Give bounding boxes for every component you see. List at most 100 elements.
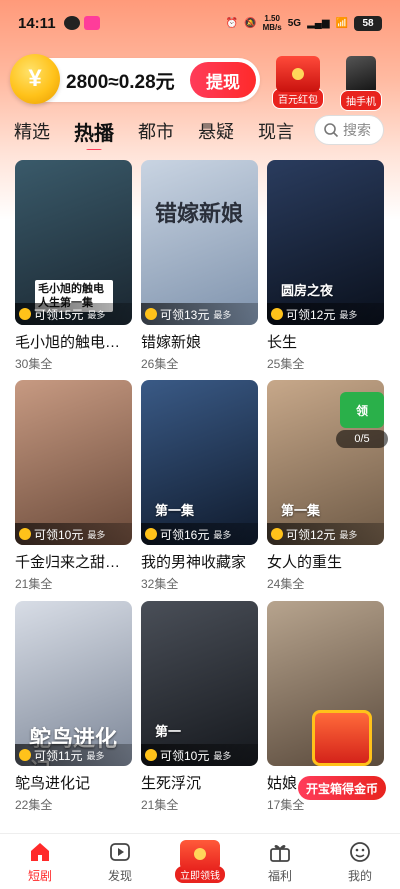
tab-3[interactable]: 悬疑 — [198, 118, 234, 144]
network-label: 5G — [287, 17, 302, 29]
reward-max-label: 最多 — [339, 529, 358, 540]
drama-card[interactable]: 可领10元 最多 千金归来之甜… 21集全 — [15, 380, 132, 592]
drama-poster: 圆房之夜可领12元 最多 — [267, 160, 384, 325]
drama-title: 错嫁新娘 — [141, 334, 202, 351]
poster-caption: 第一集 — [281, 503, 321, 518]
reward-max-label: 最多 — [213, 309, 232, 320]
search-input[interactable]: 搜索 — [314, 115, 384, 145]
coin-icon: ¥ — [10, 54, 60, 104]
drama-card[interactable]: 毛小旭的触电人生第一集可领15元最多毛小旭的触电… 30集全 — [15, 160, 132, 372]
search-icon — [324, 123, 339, 138]
nav-label: 短剧 — [27, 868, 52, 883]
tab-1[interactable]: 热播 — [74, 117, 114, 150]
drama-title: 鸵鸟进化记 — [15, 775, 91, 792]
red-packet-promo[interactable]: 百元红包 — [272, 56, 324, 109]
poster-caption: 错嫁新娘 — [155, 201, 244, 226]
phone-lottery-label: 抽手机 — [340, 90, 382, 111]
nav-item-1[interactable]: 发现 — [80, 834, 160, 889]
nav-item-3[interactable]: 福利 — [240, 834, 320, 889]
reward-text: 可领10元 — [34, 527, 84, 542]
net-speed: 1.50 MB/s — [263, 14, 282, 32]
drama-title: 毛小旭的触电… — [15, 334, 121, 351]
nav-label: 福利 — [267, 868, 292, 883]
battery-icon: 58 — [354, 15, 382, 31]
nav-label: 发现 — [107, 868, 132, 883]
reward-max-label: 最多 — [87, 529, 106, 540]
coin-icon — [271, 308, 283, 320]
drama-title: 长生 — [267, 334, 298, 351]
treasure-chest-widget[interactable]: 开宝箱得金币 — [298, 710, 386, 800]
status-app-icons — [63, 16, 100, 30]
profile-icon — [348, 840, 372, 864]
coin-icon — [19, 528, 31, 540]
episode-count: 24集全 — [267, 577, 305, 591]
task-progress-badge[interactable]: 领 0/5 — [336, 392, 388, 448]
episode-count: 25集全 — [267, 357, 305, 371]
drama-poster: 毛小旭的触电人生第一集可领15元最多 — [15, 160, 132, 325]
drama-poster: 第一集可领16元 最多 — [141, 380, 258, 545]
open-chest-button[interactable]: 开宝箱得金币 — [298, 776, 386, 800]
phone-lottery-promo[interactable]: 抽手机 — [340, 56, 382, 111]
status-time: 14:11 — [18, 14, 56, 32]
drama-card[interactable]: 第一集可领16元 最多我的男神收藏家 32集全 — [141, 380, 258, 592]
gift-icon — [268, 840, 292, 864]
reward-banner: 可领13元 最多 — [141, 303, 258, 325]
reward-max-label: 最多 — [213, 529, 232, 540]
reward-banner: 可领10元 最多 — [15, 523, 132, 545]
coin-icon — [271, 528, 283, 540]
reward-text: 可领10元 — [160, 748, 210, 763]
reward-banner: 可领16元 最多 — [141, 523, 258, 545]
coin-balance-bar[interactable]: ¥ 2800≈0.28元 提现 — [10, 54, 260, 104]
coin-icon — [19, 749, 31, 761]
nav-item-0[interactable]: 短剧 — [0, 834, 80, 889]
drama-card[interactable]: 第一 可领10元 最多 生死浮沉 21集全 — [141, 601, 258, 813]
nav-item-4[interactable]: 我的 — [320, 834, 400, 889]
reward-text: 可领13元 — [160, 307, 210, 322]
tab-4[interactable]: 现言 — [258, 118, 294, 144]
drama-poster: 可领10元 最多 — [15, 380, 132, 545]
status-bar: 14:11 ⏰ 🔕 1.50 MB/s 5G ▂▄▆ 📶 58 — [0, 0, 400, 46]
tab-0[interactable]: 精选 — [14, 118, 50, 144]
coin-icon — [145, 749, 157, 761]
app-notification-icon — [83, 16, 100, 30]
reward-max-label: 最多 — [87, 309, 106, 320]
discover-icon — [108, 840, 132, 864]
reward-text: 可领15元 — [34, 307, 84, 322]
nav-item-2[interactable]: 立即领钱 — [160, 834, 240, 889]
reward-banner: 可领12元 最多 — [267, 523, 384, 545]
reward-max-label: 最多 — [86, 750, 105, 761]
home-icon — [28, 840, 52, 864]
poster-caption: 圆房之夜 — [281, 283, 334, 298]
coin-icon — [19, 308, 31, 320]
drama-title: 生死浮沉 — [141, 775, 202, 792]
episode-count: 26集全 — [141, 357, 179, 371]
status-indicators: ⏰ 🔕 1.50 MB/s 5G ▂▄▆ 📶 58 — [226, 14, 382, 32]
reward-text: 可领12元 — [286, 307, 336, 322]
search-placeholder: 搜索 — [343, 122, 371, 138]
episode-count: 22集全 — [15, 798, 53, 812]
reward-banner: 可领15元 最多 — [15, 303, 132, 325]
reward-banner: 可领12元 最多 — [267, 303, 384, 325]
reward-text: 可领16元 — [160, 527, 210, 542]
withdraw-button[interactable]: 提现 — [190, 62, 256, 98]
red-packet-icon — [180, 840, 220, 870]
red-packet-icon — [276, 56, 320, 92]
tab-2[interactable]: 都市 — [138, 118, 174, 144]
drama-card[interactable]: 鸵鸟进化记可领11元最多鸵鸟进化记 22集全 — [15, 601, 132, 813]
wifi-icon: 📶 — [335, 17, 348, 29]
drama-card[interactable]: 圆房之夜可领12元 最多长生 25集全 — [267, 160, 384, 372]
poster-caption: 第一集 — [155, 503, 195, 518]
reward-banner: 可领11元 最多 — [15, 744, 132, 766]
drama-poster: 第一 可领10元 最多 — [141, 601, 258, 766]
drama-title: 女人的重生 — [267, 554, 343, 571]
signal-icon: ▂▄▆ — [307, 17, 330, 29]
reward-task-icon: 领 — [340, 392, 384, 428]
coin-icon — [145, 308, 157, 320]
drama-card[interactable]: 错嫁新娘 可领13元 最多 错嫁新娘 26集全 — [141, 160, 258, 372]
reward-text: 可领11元 — [34, 748, 83, 763]
drama-title: 我的男神收藏家 — [141, 554, 247, 571]
episode-count: 30集全 — [15, 357, 53, 371]
episode-count: 21集全 — [15, 577, 53, 591]
qq-icon — [63, 16, 80, 30]
episode-count: 32集全 — [141, 577, 179, 591]
